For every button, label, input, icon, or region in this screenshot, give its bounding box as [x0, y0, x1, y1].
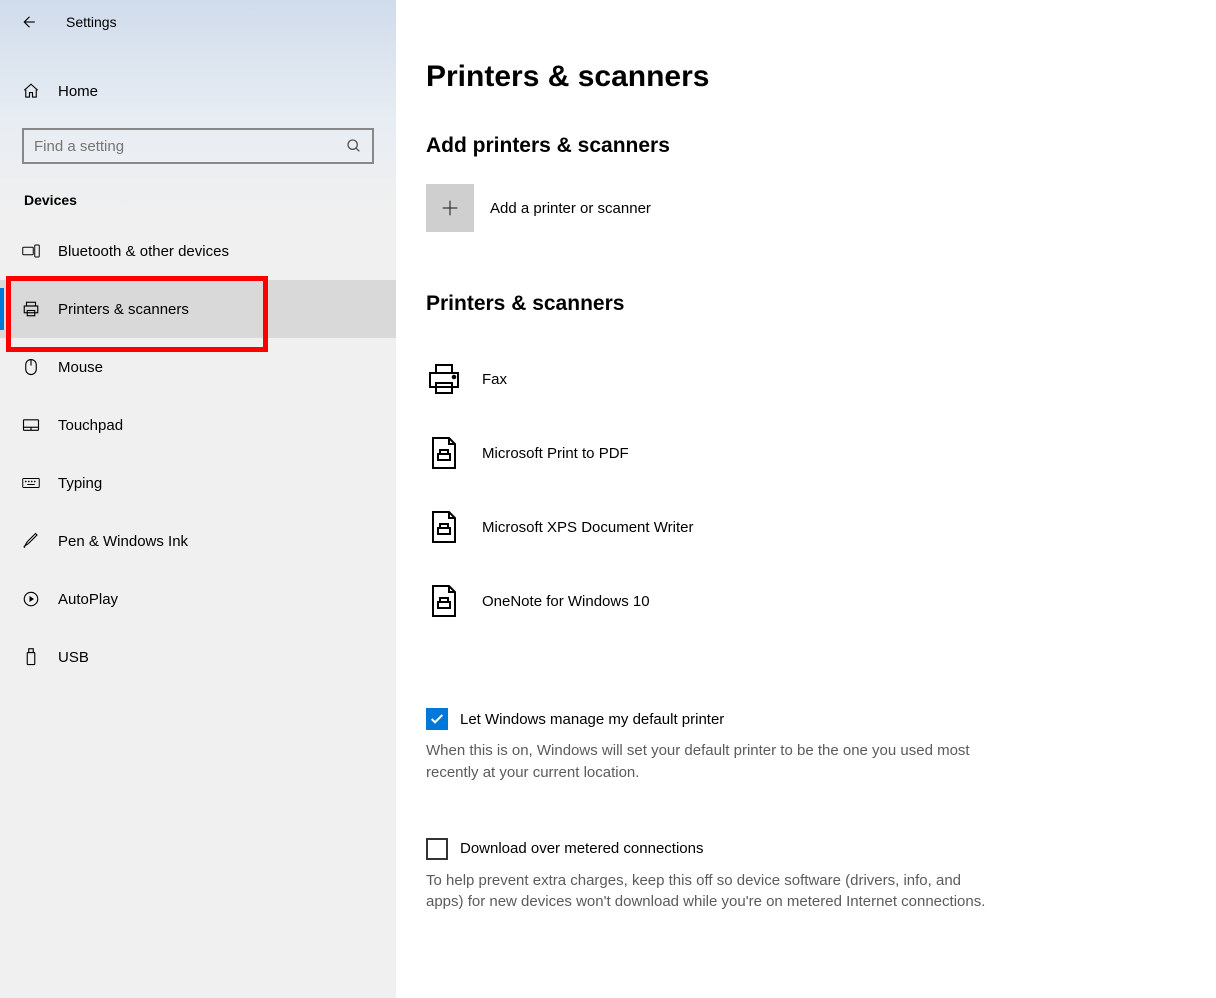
sidebar-item-printers[interactable]: Printers & scanners — [0, 280, 396, 338]
sidebar-item-label: Typing — [58, 475, 102, 492]
arrow-left-icon — [19, 13, 37, 31]
checkbox-unchecked-icon — [426, 838, 448, 860]
home-label: Home — [58, 83, 98, 100]
sidebar: Settings Home Devices Bluetooth & oth — [0, 0, 396, 998]
printer-item-pdf[interactable]: Microsoft Print to PDF — [426, 416, 1186, 490]
printer-label: Microsoft Print to PDF — [482, 445, 629, 462]
back-button[interactable] — [18, 12, 38, 32]
default-printer-label: Let Windows manage my default printer — [460, 711, 724, 728]
printer-label: OneNote for Windows 10 — [482, 593, 650, 610]
metered-help: To help prevent extra charges, keep this… — [426, 870, 986, 914]
default-printer-help: When this is on, Windows will set your d… — [426, 740, 986, 784]
main-content: Printers & scanners Add printers & scann… — [396, 0, 1216, 998]
sidebar-item-touchpad[interactable]: Touchpad — [0, 396, 396, 454]
search-field[interactable] — [34, 138, 346, 155]
add-printer-button[interactable]: Add a printer or scanner — [426, 184, 1186, 232]
printer-item-onenote[interactable]: OneNote for Windows 10 — [426, 564, 1186, 638]
page-title: Printers & scanners — [426, 60, 1186, 94]
metered-checkbox[interactable]: Download over metered connections — [426, 838, 1186, 860]
sidebar-item-label: Bluetooth & other devices — [58, 243, 229, 260]
sidebar-item-label: AutoPlay — [58, 591, 118, 608]
printer-label: Microsoft XPS Document Writer — [482, 519, 693, 536]
sidebar-item-autoplay[interactable]: AutoPlay — [0, 570, 396, 628]
sidebar-item-typing[interactable]: Typing — [0, 454, 396, 512]
devices-icon — [22, 242, 40, 260]
fax-icon — [426, 361, 462, 397]
add-printer-label: Add a printer or scanner — [490, 200, 651, 217]
default-printer-checkbox[interactable]: Let Windows manage my default printer — [426, 708, 1186, 730]
home-nav[interactable]: Home — [0, 70, 396, 112]
add-section-heading: Add printers & scanners — [426, 134, 1186, 158]
plus-icon — [426, 184, 474, 232]
printer-item-xps[interactable]: Microsoft XPS Document Writer — [426, 490, 1186, 564]
sidebar-item-bluetooth[interactable]: Bluetooth & other devices — [0, 222, 396, 280]
sidebar-item-pen[interactable]: Pen & Windows Ink — [0, 512, 396, 570]
sidebar-item-label: Printers & scanners — [58, 301, 189, 318]
document-printer-icon — [426, 509, 462, 545]
section-label: Devices — [0, 164, 396, 222]
search-input[interactable] — [22, 128, 374, 164]
pen-icon — [22, 532, 40, 550]
window-title: Settings — [66, 14, 117, 30]
usb-icon — [22, 648, 40, 666]
printers-section-heading: Printers & scanners — [426, 292, 1186, 316]
sidebar-item-label: Mouse — [58, 359, 103, 376]
printer-label: Fax — [482, 371, 507, 388]
sidebar-item-label: USB — [58, 649, 89, 666]
metered-label: Download over metered connections — [460, 840, 703, 857]
sidebar-item-label: Touchpad — [58, 417, 123, 434]
document-printer-icon — [426, 435, 462, 471]
search-icon — [346, 138, 362, 154]
sidebar-item-label: Pen & Windows Ink — [58, 533, 188, 550]
mouse-icon — [22, 358, 40, 376]
autoplay-icon — [22, 590, 40, 608]
sidebar-item-usb[interactable]: USB — [0, 628, 396, 686]
printer-icon — [22, 300, 40, 318]
printer-item-fax[interactable]: Fax — [426, 342, 1186, 416]
document-printer-icon — [426, 583, 462, 619]
keyboard-icon — [22, 474, 40, 492]
checkbox-checked-icon — [426, 708, 448, 730]
home-icon — [22, 82, 40, 100]
touchpad-icon — [22, 416, 40, 434]
sidebar-item-mouse[interactable]: Mouse — [0, 338, 396, 396]
